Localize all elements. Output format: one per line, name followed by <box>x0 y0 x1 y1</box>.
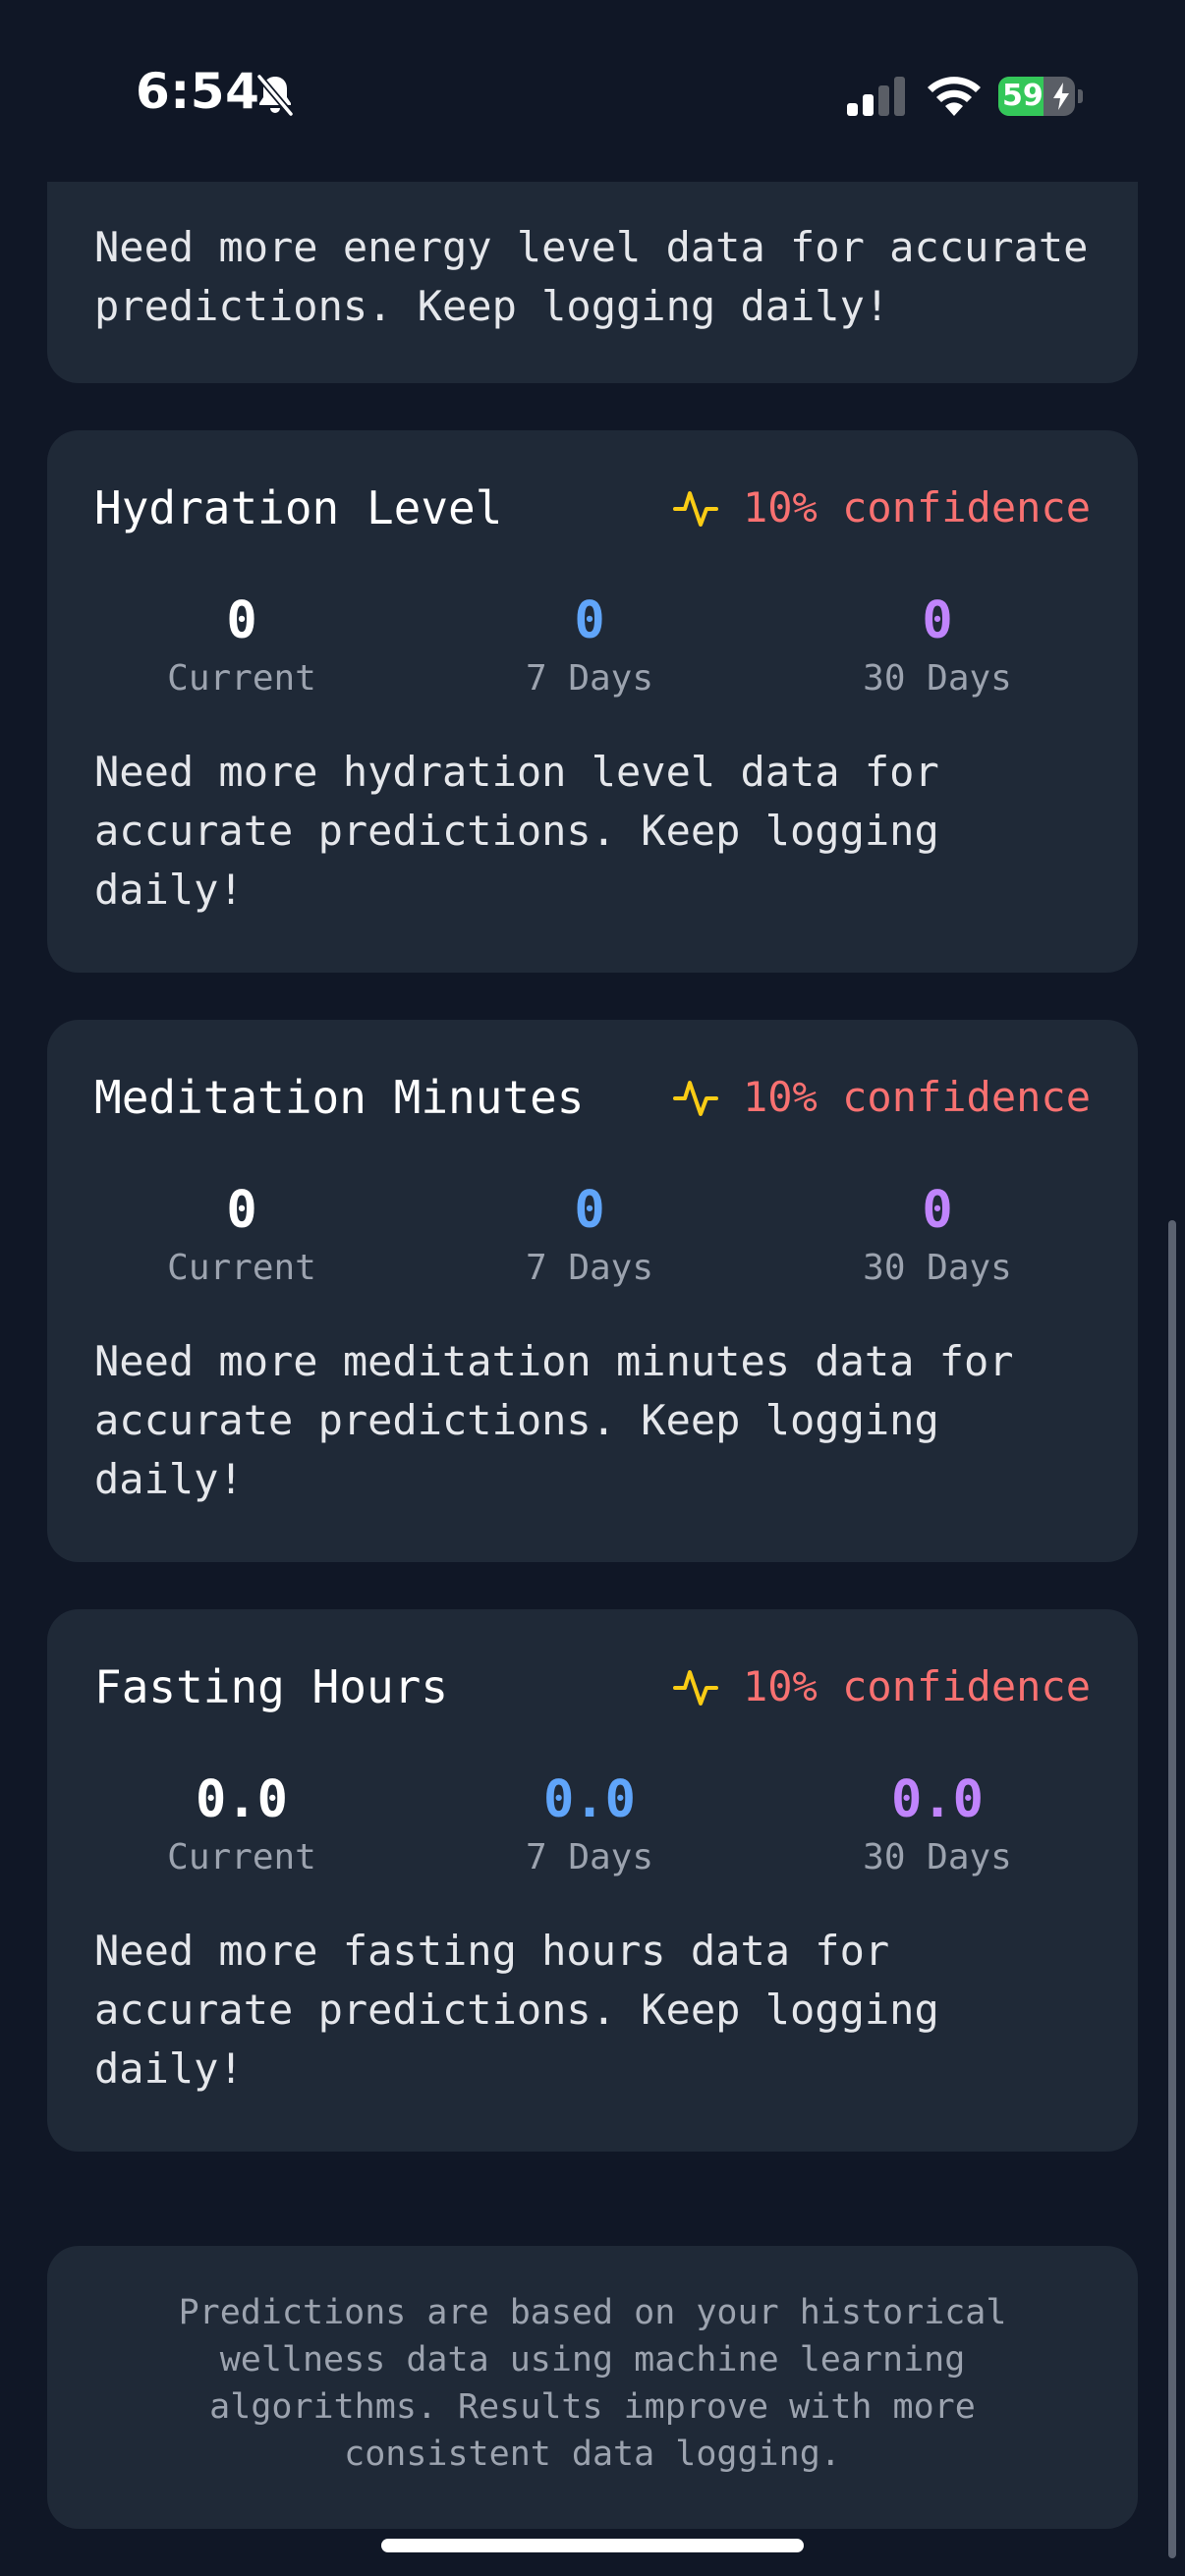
activity-pulse-icon <box>672 1669 718 1706</box>
stat-30-days: 0 30 Days <box>819 589 1055 701</box>
charging-bolt-icon <box>1053 83 1069 110</box>
hydration-confidence: 10% confidence <box>672 483 1091 532</box>
battery-icon: 59 <box>998 77 1083 116</box>
seven-day-label: 7 Days <box>525 1837 654 1877</box>
fasting-stats: 0.0 Current 0.0 7 Days 0.0 30 Days <box>94 1768 1091 1886</box>
seven-day-label: 7 Days <box>525 1248 654 1288</box>
energy-message: Need more energy level data for accurate… <box>94 223 1089 330</box>
confidence-label: 10% confidence <box>742 483 1091 532</box>
current-label: Current <box>167 1248 316 1288</box>
stat-30-days: 0.0 30 Days <box>819 1768 1055 1880</box>
hydration-stats: 0 Current 0 7 Days 0 30 Days <box>94 589 1091 707</box>
bell-slash-icon <box>255 73 295 118</box>
meditation-title: Meditation Minutes <box>94 1071 585 1124</box>
activity-pulse-icon <box>672 490 718 527</box>
seven-day-value: 0 <box>574 1181 605 1240</box>
thirty-day-value: 0 <box>922 591 953 650</box>
stat-7-days: 0 7 Days <box>472 1179 707 1291</box>
hydration-message: Need more hydration level data for accur… <box>94 748 939 914</box>
stat-7-days: 0 7 Days <box>472 589 707 701</box>
hydration-prediction-card: Hydration Level 10% confidence 0 Current… <box>47 430 1138 973</box>
stat-current: 0 Current <box>124 1179 360 1291</box>
current-value: 0 <box>226 1181 257 1240</box>
fasting-prediction-card: Fasting Hours 10% confidence 0.0 Current… <box>47 1609 1138 2152</box>
meditation-prediction-card: Meditation Minutes 10% confidence 0 Curr… <box>47 1020 1138 1562</box>
home-indicator[interactable] <box>381 2539 804 2552</box>
current-label: Current <box>167 1837 316 1877</box>
cellular-signal-icon <box>847 77 905 116</box>
seven-day-value: 0.0 <box>543 1770 636 1829</box>
fasting-message: Need more fasting hours data for accurat… <box>94 1927 939 2093</box>
stat-current: 0.0 Current <box>124 1768 360 1880</box>
meditation-message: Need more meditation minutes data for ac… <box>94 1337 1014 1503</box>
seven-day-label: 7 Days <box>525 658 654 699</box>
confidence-label: 10% confidence <box>742 1073 1091 1121</box>
current-value: 0 <box>226 591 257 650</box>
battery-percent: 59 <box>1002 79 1044 113</box>
predictions-info-card: Predictions are based on your historical… <box>47 2246 1138 2529</box>
status-bar: 6:54 59 <box>0 0 1185 182</box>
thirty-day-value: 0 <box>922 1181 953 1240</box>
predictions-info-text: Predictions are based on your historical… <box>178 2293 1007 2474</box>
meditation-confidence: 10% confidence <box>672 1073 1091 1121</box>
status-time: 6:54 <box>136 63 260 120</box>
fasting-title: Fasting Hours <box>94 1660 449 1713</box>
current-label: Current <box>167 658 316 699</box>
thirty-day-label: 30 Days <box>863 1248 1012 1288</box>
wifi-icon <box>928 77 981 116</box>
thirty-day-value: 0.0 <box>891 1770 984 1829</box>
hydration-title: Hydration Level <box>94 481 503 534</box>
confidence-label: 10% confidence <box>742 1662 1091 1710</box>
seven-day-value: 0 <box>574 591 605 650</box>
thirty-day-label: 30 Days <box>863 1837 1012 1877</box>
activity-pulse-icon <box>672 1080 718 1116</box>
stat-30-days: 0 30 Days <box>819 1179 1055 1291</box>
meditation-stats: 0 Current 0 7 Days 0 30 Days <box>94 1179 1091 1297</box>
scrollbar[interactable] <box>1168 1220 1176 2558</box>
stat-current: 0 Current <box>124 589 360 701</box>
stat-7-days: 0.0 7 Days <box>472 1768 707 1880</box>
thirty-day-label: 30 Days <box>863 658 1012 699</box>
current-value: 0.0 <box>196 1770 288 1829</box>
fasting-confidence: 10% confidence <box>672 1662 1091 1710</box>
